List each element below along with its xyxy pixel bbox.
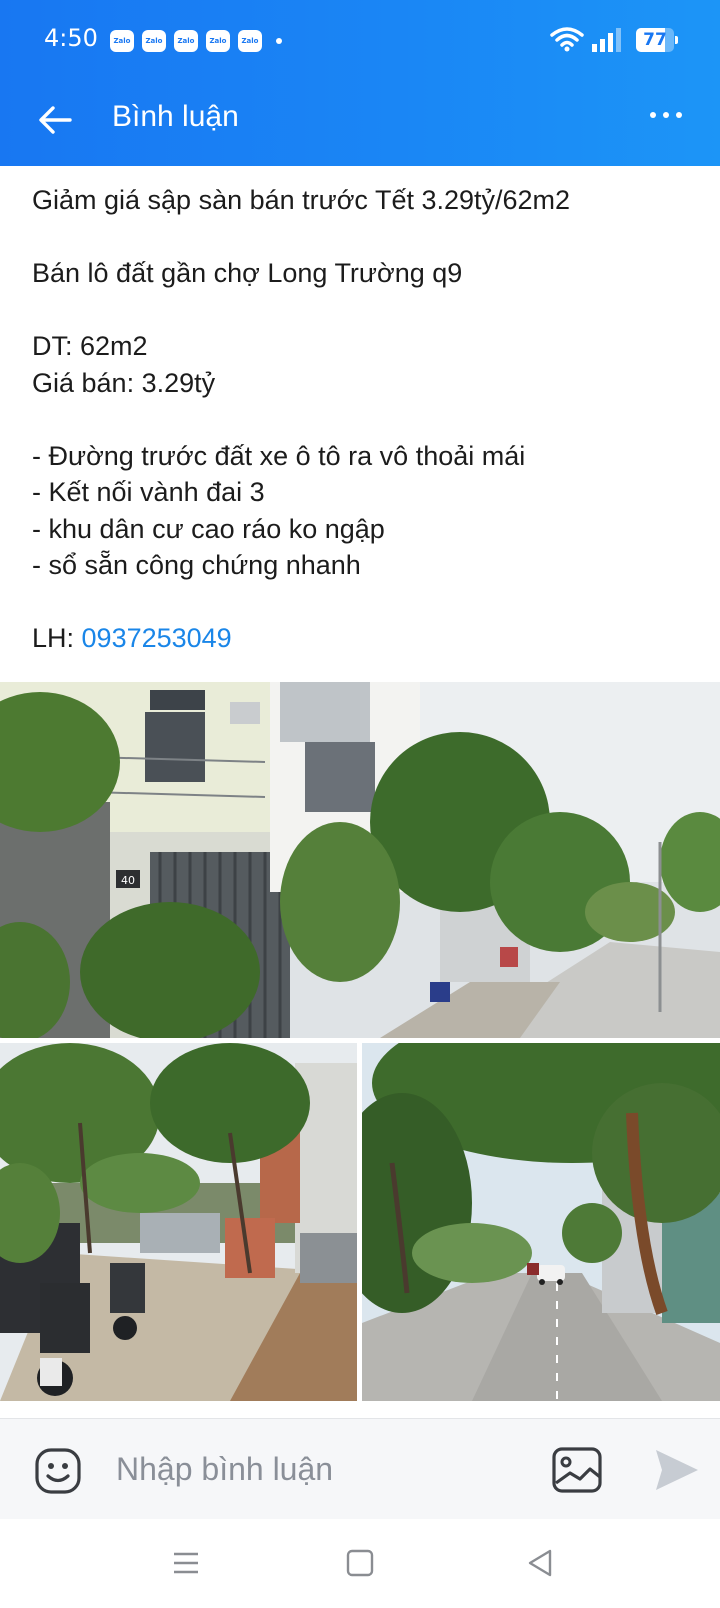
more-dots-icon[interactable] — [650, 112, 682, 118]
menu-icon[interactable] — [170, 1547, 202, 1579]
post-photo-2[interactable] — [0, 1043, 357, 1401]
wifi-icon — [550, 27, 584, 52]
house-number: 40 — [121, 874, 135, 887]
more-notifications-dot-icon — [276, 38, 282, 44]
zalo-notification-icon: Zalo — [142, 30, 166, 52]
page-title: Bình luận — [112, 100, 239, 133]
battery-level-text: 77 — [643, 30, 667, 50]
zalo-notification-icon: Zalo — [238, 30, 262, 52]
home-icon[interactable] — [344, 1547, 376, 1579]
status-time: 4:50 — [44, 24, 98, 52]
header-bar: Bình luận — [0, 86, 720, 156]
post-content: Giảm giá sập sàn bán trước Tết 3.29tỷ/62… — [32, 182, 692, 657]
contact-label: LH: — [32, 623, 82, 653]
arrow-left-icon[interactable] — [36, 100, 76, 140]
post-photo-3[interactable] — [362, 1043, 720, 1401]
post-line — [32, 219, 692, 256]
contact-phone-link[interactable]: 0937253049 — [82, 623, 232, 653]
post-line: - Kết nối vành đai 3 — [32, 477, 265, 507]
zalo-notification-icon: Zalo — [174, 30, 198, 52]
post-line — [32, 401, 692, 438]
post-line: Giảm giá sập sàn bán trước Tết 3.29tỷ/62… — [32, 185, 571, 215]
post-photo-1[interactable]: 40 — [0, 682, 720, 1038]
comment-input[interactable] — [116, 1443, 536, 1495]
post-line: - sổ sẵn công chứng nhanh — [32, 550, 361, 580]
image-icon[interactable] — [552, 1447, 602, 1493]
post-line: Giá bán: 3.29tỷ — [32, 367, 216, 398]
post-line: Bán lô đất gần chợ Long Trường q9 — [32, 258, 463, 288]
back-triangle-icon[interactable] — [524, 1547, 556, 1579]
system-navigation-bar — [0, 1519, 720, 1608]
comment-composer — [0, 1418, 720, 1519]
emoji-icon[interactable] — [34, 1447, 82, 1495]
top-app-bar: 4:50 Zalo Zalo Zalo Zalo Zalo 77 Bình lu… — [0, 0, 720, 166]
post-line: - Đường trước đất xe ô tô ra vô thoải má… — [32, 440, 526, 471]
zalo-notification-icon: Zalo — [206, 30, 230, 52]
zalo-notification-icon: Zalo — [110, 30, 134, 52]
post-line: DT: 62m2 — [32, 331, 148, 361]
contact-line: LH: 0937253049 — [32, 620, 692, 657]
send-icon[interactable] — [652, 1447, 700, 1493]
post-line — [32, 584, 692, 621]
notification-icons: Zalo Zalo Zalo Zalo Zalo — [110, 30, 282, 52]
status-bar: 4:50 Zalo Zalo Zalo Zalo Zalo 77 — [0, 0, 720, 80]
cell-signal-icon — [592, 28, 621, 52]
post-line: - khu dân cư cao ráo ko ngập — [32, 513, 385, 544]
battery-indicator: 77 — [636, 28, 678, 52]
post-line — [32, 292, 692, 329]
